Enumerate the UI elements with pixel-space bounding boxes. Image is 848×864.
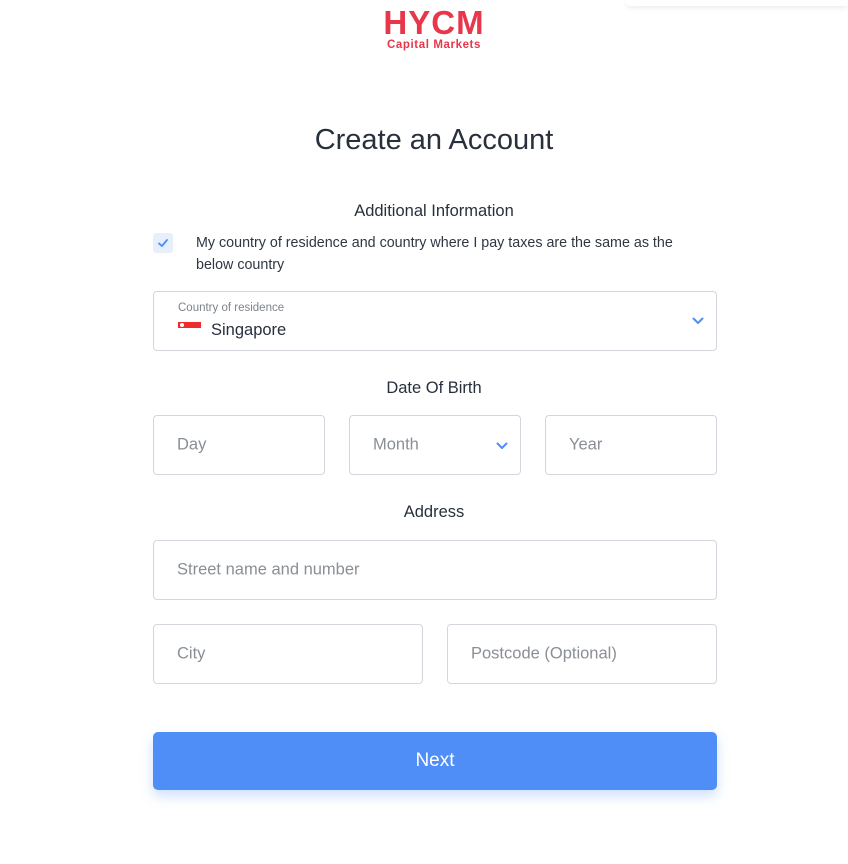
next-button[interactable]: Next xyxy=(153,732,717,790)
postcode-input[interactable]: Postcode (Optional) xyxy=(447,624,717,684)
logo-mark: HYCM xyxy=(383,4,485,41)
street-placeholder: Street name and number xyxy=(177,560,360,579)
month-placeholder: Month xyxy=(373,435,419,454)
create-account-page: HYCM Capital Markets Create an Account A… xyxy=(0,0,848,864)
section-date-of-birth: Date Of Birth xyxy=(386,379,482,397)
day-placeholder: Day xyxy=(177,435,207,454)
dob-year-input[interactable]: Year xyxy=(545,415,717,475)
year-placeholder: Year xyxy=(569,435,603,454)
dob-month-select[interactable]: Month xyxy=(349,415,521,475)
postcode-placeholder: Postcode (Optional) xyxy=(471,644,617,663)
chevron-down-icon xyxy=(496,442,508,449)
street-input[interactable]: Street name and number xyxy=(153,540,717,600)
logo-subtitle: Capital Markets xyxy=(386,39,481,51)
city-input[interactable]: City xyxy=(153,624,423,684)
section-address: Address xyxy=(403,503,465,521)
same-tax-country-checkbox[interactable] xyxy=(153,233,173,253)
page-title: Create an Account xyxy=(314,124,554,156)
check-icon xyxy=(158,239,168,247)
chevron-down-icon xyxy=(692,317,704,324)
singapore-flag-icon xyxy=(178,322,201,334)
country-value: Singapore xyxy=(211,321,287,339)
hycm-logo: HYCM Capital Markets xyxy=(0,4,848,52)
country-of-residence-select[interactable]: Country of residence Singapore xyxy=(153,291,717,351)
city-placeholder: City xyxy=(177,644,206,663)
dob-day-input[interactable]: Day xyxy=(153,415,325,475)
country-field-label: Country of residence xyxy=(178,302,285,314)
same-tax-country-label: My country of residence and country wher… xyxy=(196,235,673,273)
section-additional-info: Additional Information xyxy=(354,202,514,220)
